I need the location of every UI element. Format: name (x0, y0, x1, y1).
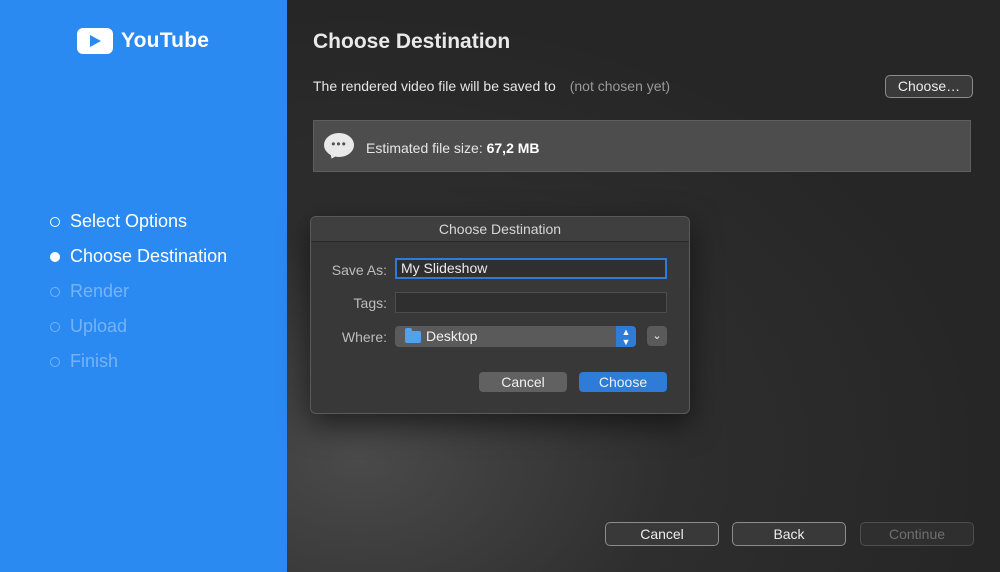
step-dot-icon (50, 216, 60, 227)
step-upload: Upload (50, 309, 227, 344)
step-label: Render (70, 281, 130, 301)
tags-label: Tags: (353, 295, 387, 311)
folder-icon (405, 328, 421, 343)
step-select-options: Select Options (50, 204, 227, 239)
expand-dialog-button[interactable]: ⌄ (647, 326, 667, 346)
save-location-row: The rendered video file will be saved to… (313, 78, 670, 94)
file-size-info: ••• Estimated file size: 67,2 MB (313, 120, 971, 172)
step-label: Upload (70, 316, 128, 336)
step-dot-icon (50, 251, 60, 262)
file-size-value: 67,2 MB (486, 140, 540, 156)
step-label: Select Options (70, 211, 188, 231)
step-finish: Finish (50, 344, 227, 379)
file-size-text: Estimated file size: 67,2 MB (366, 140, 540, 156)
back-button[interactable]: Back (732, 522, 846, 546)
choose-destination-dialog: Choose Destination Save As: My Slideshow… (310, 216, 690, 414)
where-value: Desktop (426, 328, 478, 344)
choose-location-button[interactable]: Choose… (885, 75, 973, 98)
up-down-chevron-icon: ▲ ▼ (616, 326, 636, 347)
speech-bubble-icon: ••• (324, 133, 354, 161)
file-size-label: Estimated file size: (366, 140, 487, 156)
save-as-label: Save As: (331, 262, 387, 278)
step-choose-destination: Choose Destination (50, 239, 227, 274)
continue-button[interactable]: Continue (860, 522, 974, 546)
step-label: Finish (70, 351, 119, 371)
chevron-down-icon: ⌄ (652, 330, 662, 342)
dialog-title: Choose Destination (311, 217, 689, 242)
step-dot-icon (50, 321, 60, 332)
step-render: Render (50, 274, 227, 309)
where-select[interactable]: Desktop ▲ ▼ (395, 326, 636, 347)
tags-input[interactable] (395, 292, 667, 313)
dialog-choose-button[interactable]: Choose (579, 372, 667, 392)
page-title: Choose Destination (313, 30, 511, 53)
dialog-cancel-button[interactable]: Cancel (479, 372, 567, 392)
cancel-button[interactable]: Cancel (605, 522, 719, 546)
save-as-input[interactable]: My Slideshow (395, 258, 667, 279)
where-label: Where: (341, 329, 387, 345)
step-dot-icon (50, 356, 60, 367)
steps-list: Select Options Choose Destination Render… (50, 204, 227, 379)
brand: YouTube (77, 28, 209, 54)
sidebar: YouTube Select Options Choose Destinatio… (0, 0, 287, 572)
brand-name: YouTube (121, 29, 210, 52)
youtube-logo-icon (77, 28, 113, 54)
save-location-value: (not chosen yet) (569, 78, 671, 94)
step-dot-icon (50, 286, 60, 297)
step-label: Choose Destination (70, 246, 228, 266)
save-location-label: The rendered video file will be saved to (313, 78, 556, 94)
